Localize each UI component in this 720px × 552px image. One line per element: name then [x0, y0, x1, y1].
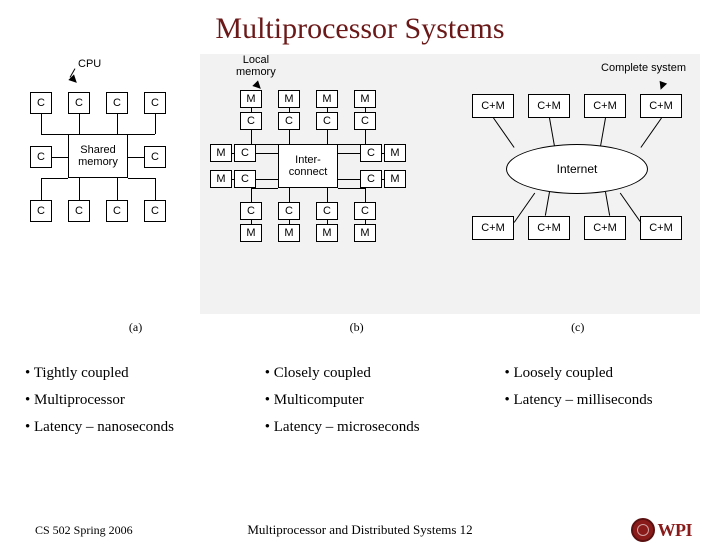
m-box: M	[384, 170, 406, 188]
local-memory-label: Local memory	[236, 54, 276, 78]
bullet-c2: • Latency – milliseconds	[505, 392, 711, 409]
m-box: M	[384, 144, 406, 162]
m-box: M	[240, 90, 262, 108]
cm-box: C+M	[528, 94, 570, 118]
internet-oval: Internet	[506, 144, 648, 194]
figure-area: CPU C C C C C Shared memory C C C C C	[0, 54, 720, 314]
m-box: M	[316, 224, 338, 242]
c-box: C	[30, 92, 52, 114]
c-box: C	[30, 200, 52, 222]
cm-box: C+M	[472, 94, 514, 118]
c-box: C	[30, 146, 52, 168]
c-box: C	[68, 200, 90, 222]
c-box: C	[240, 112, 262, 130]
m-box: M	[210, 170, 232, 188]
footer-center: Multiprocessor and Distributed Systems 1…	[247, 522, 472, 538]
cm-box: C+M	[472, 216, 514, 240]
cpu-label: CPU	[78, 58, 101, 70]
m-box: M	[354, 224, 376, 242]
m-box: M	[354, 90, 376, 108]
panel-a: CPU C C C C C Shared memory C C C C C	[20, 54, 200, 314]
bullet-b3: • Latency – microseconds	[265, 419, 505, 436]
wpi-seal-icon	[631, 518, 655, 542]
c-box: C	[316, 112, 338, 130]
c-box: C	[68, 92, 90, 114]
bullet-a1: • Tightly coupled	[25, 365, 265, 382]
wpi-logo: WPI	[631, 518, 693, 542]
page-title: Multiprocessor Systems	[0, 12, 720, 46]
c-box: C	[144, 146, 166, 168]
wpi-text: WPI	[658, 520, 693, 541]
caption-c: (c)	[467, 320, 688, 335]
column-b: • Closely coupled • Multicomputer • Late…	[265, 365, 505, 446]
bullet-b2: • Multicomputer	[265, 392, 505, 409]
c-box: C	[234, 170, 256, 188]
m-box: M	[240, 224, 262, 242]
cm-box: C+M	[640, 216, 682, 240]
cm-box: C+M	[584, 216, 626, 240]
column-c: • Loosely coupled • Latency – millisecon…	[505, 365, 711, 446]
c-box: C	[234, 144, 256, 162]
column-a: • Tightly coupled • Multiprocessor • Lat…	[25, 365, 265, 446]
c-box: C	[144, 92, 166, 114]
complete-system-arrow-icon	[657, 81, 667, 91]
c-box: C	[360, 170, 382, 188]
cm-box: C+M	[528, 216, 570, 240]
bullet-a2: • Multiprocessor	[25, 392, 265, 409]
bullet-c1: • Loosely coupled	[505, 365, 711, 382]
c-box: C	[278, 202, 300, 220]
c-box: C	[354, 112, 376, 130]
c-box: C	[354, 202, 376, 220]
c-box: C	[360, 144, 382, 162]
shared-memory-box: Shared memory	[68, 134, 128, 178]
c-box: C	[144, 200, 166, 222]
m-box: M	[278, 224, 300, 242]
bullet-b1: • Closely coupled	[265, 365, 505, 382]
c-box: C	[240, 202, 262, 220]
cm-box: C+M	[640, 94, 682, 118]
panel-c: Complete system C+M C+M C+M C+M Internet…	[450, 54, 700, 314]
c-box: C	[106, 200, 128, 222]
c-box: C	[278, 112, 300, 130]
m-box: M	[316, 90, 338, 108]
caption-row: (a) (b) (c)	[0, 314, 720, 335]
footer-left: CS 502 Spring 2006	[35, 523, 133, 538]
interconnect-box: Inter- connect	[278, 144, 338, 188]
complete-system-label: Complete system	[601, 62, 686, 74]
bullet-a3: • Latency – nanoseconds	[25, 419, 265, 436]
caption-b: (b)	[246, 320, 467, 335]
m-box: M	[210, 144, 232, 162]
bullets-row: • Tightly coupled • Multiprocessor • Lat…	[0, 335, 720, 446]
c-box: C	[316, 202, 338, 220]
c-box: C	[106, 92, 128, 114]
panel-b: Local memory M M M M C C C C M C C M M C…	[200, 54, 450, 314]
cm-box: C+M	[584, 94, 626, 118]
caption-a: (a)	[25, 320, 246, 335]
m-box: M	[278, 90, 300, 108]
